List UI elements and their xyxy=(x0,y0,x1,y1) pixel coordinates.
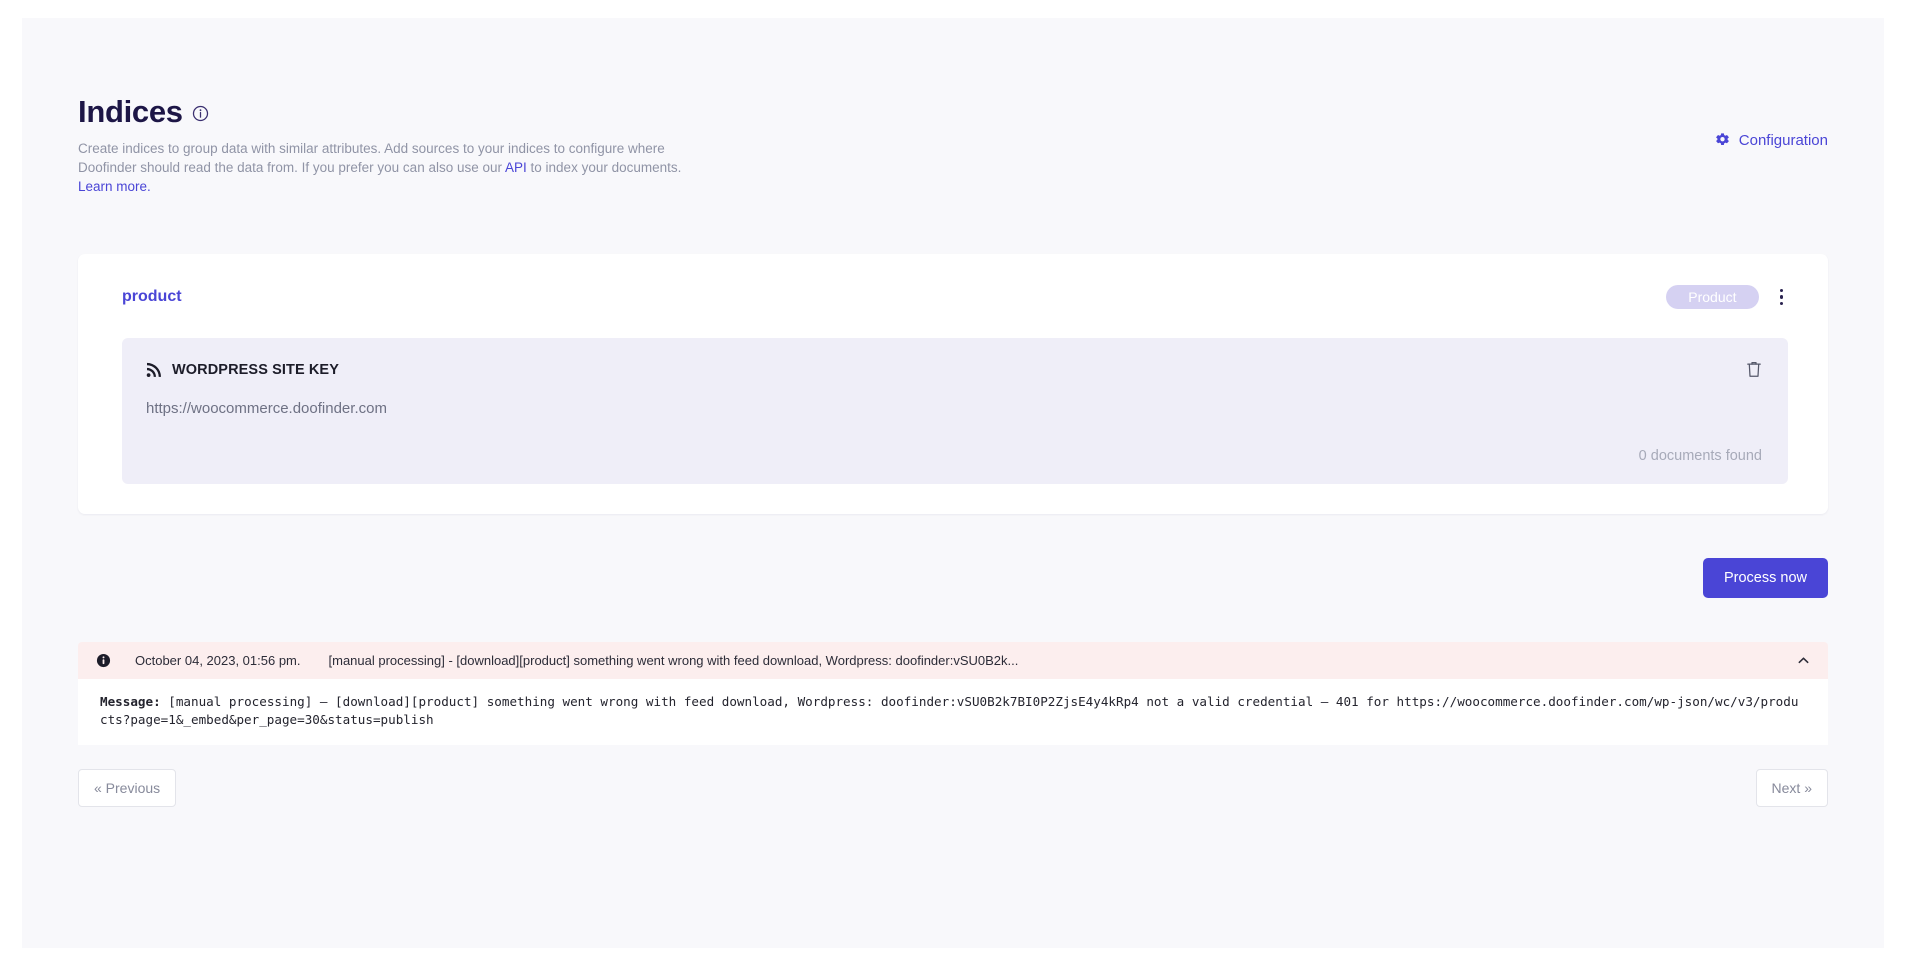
chevron-up-icon[interactable] xyxy=(1797,642,1810,679)
log-message-text: [manual processing] – [download][product… xyxy=(100,694,1799,727)
pagination: « Previous Next » xyxy=(78,769,1828,807)
app-content-area: Indices Create indices to group data wit… xyxy=(22,18,1884,948)
log-message-label: Message: xyxy=(100,694,161,709)
index-type-badge: Product xyxy=(1666,285,1759,309)
previous-page-button[interactable]: « Previous xyxy=(78,769,177,807)
kebab-dot xyxy=(1779,295,1783,299)
process-now-button[interactable]: Process now xyxy=(1702,558,1828,598)
index-card-header-actions: Product xyxy=(1666,285,1788,309)
index-card: product Product WORDPRESS SITE KEY https… xyxy=(78,254,1828,514)
source-url: https://woocommerce.doofinder.com xyxy=(146,400,387,417)
rss-feed-icon xyxy=(146,362,162,378)
api-link[interactable]: API xyxy=(505,160,527,175)
page-title: Indices xyxy=(78,94,183,129)
source-block: WORDPRESS SITE KEY https://woocommerce.d… xyxy=(122,338,1788,484)
log-message-body: Message: [manual processing] – [download… xyxy=(78,679,1828,745)
index-card-header: product Product xyxy=(122,280,1788,314)
gear-icon xyxy=(1714,132,1731,149)
source-header: WORDPRESS SITE KEY xyxy=(146,362,1760,378)
kebab-dot xyxy=(1779,301,1783,306)
configuration-link[interactable]: Configuration xyxy=(1714,132,1828,149)
log-summary: [manual processing] - [download][product… xyxy=(328,653,1019,668)
configuration-label: Configuration xyxy=(1738,132,1828,149)
learn-more-link[interactable]: Learn more. xyxy=(78,177,1828,196)
next-page-button[interactable]: Next » xyxy=(1755,769,1828,807)
info-circle-icon[interactable] xyxy=(192,105,209,122)
title-row: Indices xyxy=(78,96,1828,127)
source-title: WORDPRESS SITE KEY xyxy=(172,362,339,378)
log-timestamp: October 04, 2023, 01:56 pm. xyxy=(135,653,301,668)
page-description-text-2: to index your documents. xyxy=(526,160,682,175)
page-description: Create indices to group data with simila… xyxy=(78,139,718,177)
log-banner[interactable]: October 04, 2023, 01:56 pm. [manual proc… xyxy=(78,642,1828,679)
page-header: Indices Create indices to group data wit… xyxy=(78,18,1828,196)
kebab-menu-icon[interactable] xyxy=(1775,286,1789,309)
indices-page: Indices Create indices to group data wit… xyxy=(22,18,1884,948)
documents-found-count: 0 documents found xyxy=(1638,448,1762,464)
info-filled-icon xyxy=(96,653,111,668)
index-name-link[interactable]: product xyxy=(122,288,182,306)
trash-icon[interactable] xyxy=(1746,360,1762,378)
kebab-dot xyxy=(1779,288,1783,293)
process-row: Process now xyxy=(78,558,1828,598)
